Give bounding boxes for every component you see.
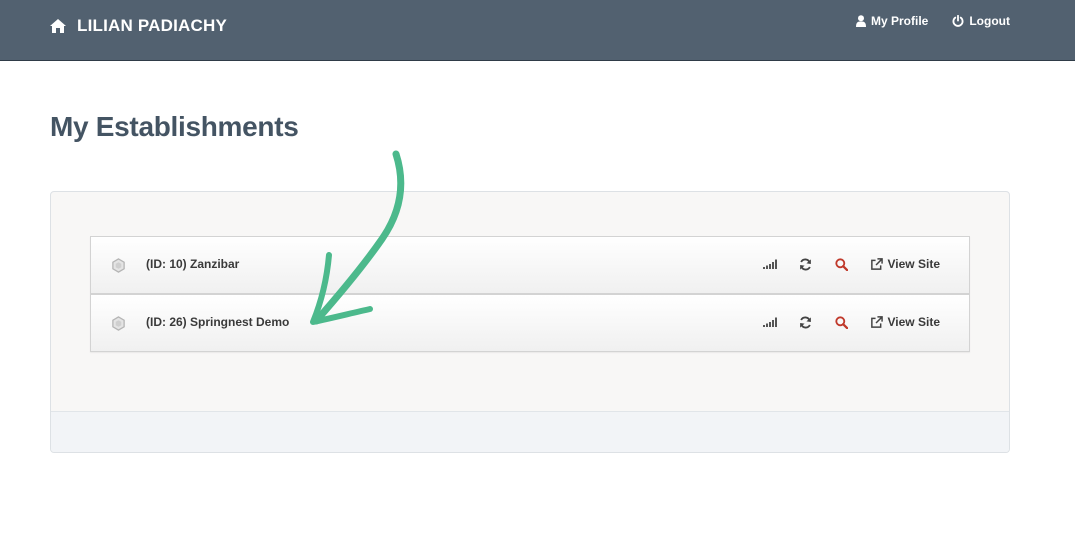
home-icon [50,19,66,33]
logout-link[interactable]: Logout [952,14,1010,28]
view-site-link[interactable]: View Site [870,257,940,271]
my-profile-link[interactable]: My Profile [855,14,929,28]
signal-icon[interactable] [762,317,778,327]
external-link-icon [870,257,883,270]
page-title: My Establishments [50,111,299,142]
search-icon[interactable] [834,257,850,271]
search-icon[interactable] [834,315,850,329]
view-site-label: View Site [887,315,940,329]
establishment-name[interactable]: (ID: 26) Springnest Demo [146,315,289,329]
row-actions: View Site [762,257,940,271]
nav-right: My Profile Logout [832,14,1010,28]
view-site-label: View Site [887,257,940,271]
brand-link[interactable]: LILIAN PADIACHY [50,14,227,38]
signal-icon[interactable] [762,259,778,269]
hexagon-icon [112,316,125,331]
brand-name: LILIAN PADIACHY [77,16,228,35]
logout-label: Logout [969,14,1010,28]
refresh-icon[interactable] [798,258,814,271]
establishment-row[interactable]: (ID: 26) Springnest Demo View Site [90,294,970,352]
row-actions: View Site [762,315,940,329]
view-site-link[interactable]: View Site [870,315,940,329]
external-link-icon [870,315,883,328]
refresh-icon[interactable] [798,316,814,329]
top-navbar: LILIAN PADIACHY My Profile Logout [0,0,1075,61]
hexagon-icon [112,258,125,273]
establishment-row[interactable]: (ID: 10) Zanzibar View Site [90,236,970,294]
panel-footer [51,411,1009,452]
establishment-name[interactable]: (ID: 10) Zanzibar [146,257,239,271]
my-profile-label: My Profile [870,14,929,28]
user-icon [855,15,866,27]
power-icon [952,15,964,27]
establishments-panel: (ID: 10) Zanzibar View Site (ID: 26) Spr… [50,191,1010,453]
establishment-list: (ID: 10) Zanzibar View Site (ID: 26) Spr… [90,236,970,352]
